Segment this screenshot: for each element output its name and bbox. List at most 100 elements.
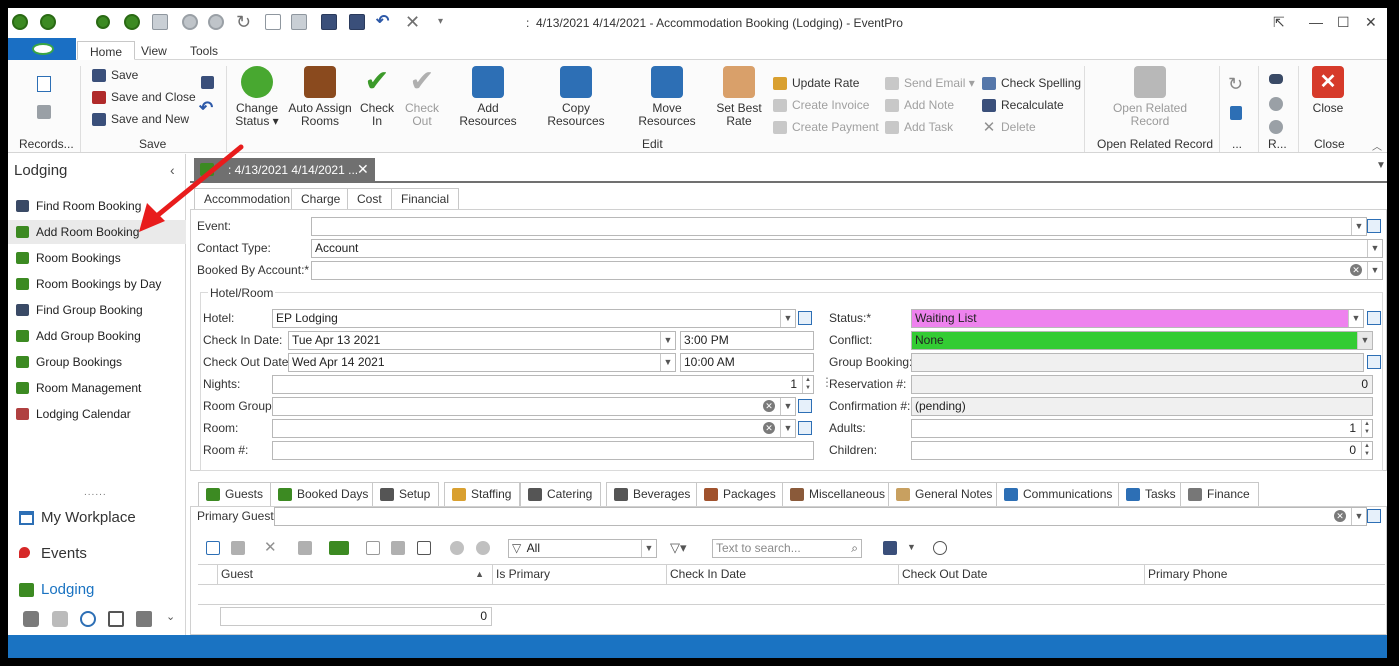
chevron-down-icon[interactable]: ▼ <box>1348 310 1363 327</box>
tab-tools[interactable]: Tools <box>178 41 230 60</box>
sidebar-item-group-bookings[interactable]: Group Bookings <box>8 350 186 374</box>
hotel-select[interactable]: EP Lodging ▼ <box>272 309 796 328</box>
move-icon[interactable] <box>366 541 380 555</box>
nights-field[interactable]: 1 ▲ ▼ <box>272 375 814 394</box>
chevron-down-icon[interactable]: ▼ <box>660 354 675 371</box>
new-icon[interactable] <box>265 14 281 30</box>
column-header-primary-phone[interactable]: Primary Phone <box>1145 564 1385 584</box>
search-icon[interactable]: ⌕ <box>851 540 858 557</box>
recalculate-button[interactable]: Recalculate <box>982 96 1064 114</box>
room-group-select[interactable]: ✕ ▼ <box>272 397 796 416</box>
column-header-is-primary[interactable]: Is Primary <box>493 564 667 584</box>
toolbox-icon[interactable] <box>23 611 39 627</box>
clear-icon[interactable]: ✕ <box>1334 510 1346 522</box>
room-select[interactable]: ✕ ▼ <box>272 419 796 438</box>
chevron-down-icon[interactable]: ▼ <box>660 332 675 349</box>
tab-cost[interactable]: Cost <box>347 188 392 210</box>
undo-icon[interactable]: ↶ <box>199 98 213 118</box>
chat-icon[interactable] <box>80 611 96 627</box>
eventpro-logo-icon[interactable] <box>12 14 28 30</box>
new-record-icon[interactable] <box>37 76 51 92</box>
tab-catering[interactable]: Catering <box>520 482 602 507</box>
check-in-date-field[interactable]: Tue Apr 13 2021 ▼ <box>288 331 676 350</box>
check-out-time-field[interactable]: 10:00 AM <box>680 353 814 372</box>
sidebar-item-room-management[interactable]: Room Management <box>8 376 186 400</box>
create-invoice-button[interactable]: Create Invoice <box>773 96 869 114</box>
reload-icon[interactable]: ↻ <box>1228 74 1243 95</box>
refresh-icon[interactable]: ↻ <box>236 13 252 31</box>
tab-charge[interactable]: Charge <box>291 188 351 210</box>
columns-icon[interactable] <box>417 541 431 555</box>
children-spinner[interactable]: ▲ ▼ <box>1361 442 1372 459</box>
close-button[interactable]: ✕ Close <box>1308 66 1348 115</box>
tab-accommodation[interactable]: Accommodation <box>194 188 301 211</box>
print-icon[interactable] <box>391 541 405 555</box>
move-up-icon[interactable] <box>450 541 464 555</box>
tab-staffing[interactable]: Staffing <box>444 482 521 507</box>
save-icon[interactable] <box>321 14 337 30</box>
nav-my-workplace[interactable]: My Workplace <box>8 501 186 535</box>
nav-forward-icon[interactable] <box>124 14 140 30</box>
tab-finance[interactable]: Finance <box>1180 482 1259 507</box>
qa-customize-icon[interactable]: ▾ <box>438 14 454 30</box>
save-close-icon[interactable] <box>349 14 365 30</box>
binoculars-icon[interactable] <box>1269 74 1283 84</box>
auto-assign-rooms-button[interactable]: Auto Assign Rooms <box>288 66 352 128</box>
edit-row-icon[interactable] <box>298 541 312 555</box>
book-icon[interactable] <box>1230 106 1242 120</box>
clipboard-icon[interactable] <box>108 611 124 627</box>
primary-guest-field[interactable]: ✕ ▼ <box>274 507 1367 526</box>
contacts-icon[interactable] <box>52 611 68 627</box>
room-number-field[interactable] <box>272 441 814 460</box>
children-field[interactable]: 0 ▲ ▼ <box>911 441 1373 460</box>
nights-spinner[interactable]: ▲ ▼ <box>802 376 813 393</box>
save-layout-icon[interactable] <box>883 541 897 555</box>
down-arrow-icon[interactable] <box>208 14 224 30</box>
splitter-grip[interactable]: ...... <box>84 487 107 498</box>
document-tab[interactable]: : 4/13/2021 4/14/2021 ... ✕ <box>194 158 375 181</box>
change-status-button[interactable]: Change Status ▾ <box>234 66 280 128</box>
adults-field[interactable]: 1 ▲ ▼ <box>911 419 1373 438</box>
close-window-button[interactable]: ✕ <box>1365 14 1377 31</box>
export-dropdown-icon[interactable] <box>329 541 349 555</box>
tab-setup[interactable]: Setup <box>372 482 440 507</box>
add-resources-button[interactable]: Add Resources <box>450 66 526 128</box>
set-best-rate-button[interactable]: Set Best Rate <box>716 66 762 128</box>
move-down-icon[interactable] <box>476 541 490 555</box>
tab-booked-days[interactable]: Booked Days <box>270 482 378 507</box>
booked-by-account-field[interactable]: ✕ ▼ <box>311 261 1383 280</box>
collapse-ribbon-icon[interactable]: ︿ <box>1372 138 1382 153</box>
sidebar-item-room-bookings[interactable]: Room Bookings <box>8 246 186 270</box>
status-select[interactable]: Waiting List ▼ <box>911 309 1364 328</box>
tab-financial[interactable]: Financial <box>391 188 460 210</box>
adults-spinner[interactable]: ▲ ▼ <box>1361 420 1372 437</box>
tab-view[interactable]: View <box>129 41 179 60</box>
sidebar-item-add-group-booking[interactable]: Add Group Booking <box>8 324 186 348</box>
room-group-lookup-icon[interactable] <box>798 399 812 413</box>
tab-general-notes[interactable]: General Notes <box>888 482 1002 507</box>
save-all-icon[interactable] <box>201 76 214 89</box>
chevron-down-icon[interactable]: ▼ <box>780 420 795 437</box>
file-tab[interactable] <box>8 38 76 60</box>
chevron-down-icon[interactable]: ▼ <box>1367 240 1382 257</box>
save-and-close-button[interactable]: Save and Close <box>92 88 196 106</box>
hotel-lookup-icon[interactable] <box>798 311 812 325</box>
group-booking-lookup-icon[interactable] <box>1367 355 1381 369</box>
create-payment-button[interactable]: Create Payment <box>773 118 879 136</box>
sidebar-item-room-bookings-by-day[interactable]: Room Bookings by Day <box>8 272 186 296</box>
clear-icon[interactable]: ✕ <box>1350 264 1362 276</box>
more-chevron-icon[interactable]: ⌄ <box>166 610 175 623</box>
copy-resources-button[interactable]: Copy Resources <box>535 66 617 128</box>
sidebar-item-lodging-calendar[interactable]: Lodging Calendar <box>8 402 186 426</box>
check-out-date-field[interactable]: Wed Apr 14 2021 ▼ <box>288 353 676 372</box>
up-icon[interactable] <box>1269 97 1283 111</box>
save-and-new-button[interactable]: Save and New <box>92 110 189 128</box>
undo-icon[interactable]: ↶ <box>376 14 392 30</box>
open-related-record-button[interactable]: Open Related Record <box>1108 66 1192 128</box>
column-header-check-in[interactable]: Check In Date <box>667 564 899 584</box>
check-in-time-field[interactable]: 3:00 PM <box>680 331 814 350</box>
tab-guests[interactable]: Guests <box>198 482 273 507</box>
add-task-button[interactable]: Add Task <box>885 118 953 136</box>
chevron-down-icon[interactable]: ▼ <box>780 310 795 327</box>
chevron-down-icon[interactable]: ▼ <box>1351 508 1366 525</box>
